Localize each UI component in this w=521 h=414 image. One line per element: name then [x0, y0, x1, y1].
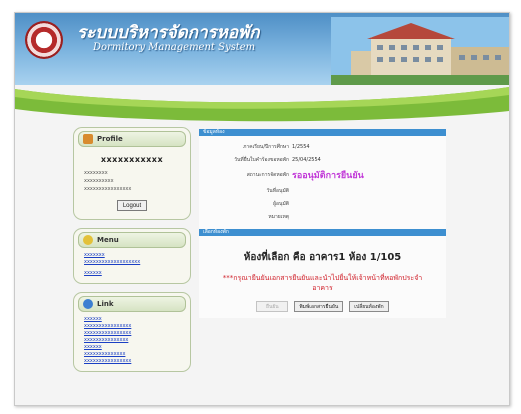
logout-button[interactable]: Logout [117, 200, 147, 211]
info-label: วันที่ยื่นใบคำร้องขอหอพัก [234, 156, 289, 163]
external-link[interactable]: xxxxxxxxxxxxxxxx [84, 358, 180, 365]
external-link[interactable]: xxxxxxxxxxxxxxxx [84, 330, 180, 337]
room-selection-section-header: เลือกห้องพัก [199, 229, 446, 236]
links-panel-header: Link [78, 296, 186, 312]
info-row: ภาคเรียน/ปีการศึกษา 1/2554 [199, 140, 446, 153]
menu-panel-header: Menu [78, 232, 186, 248]
info-row: ผู้อนุมัติ [199, 197, 446, 210]
menu-icon [83, 235, 93, 245]
print-confirmation-button[interactable]: พิมพ์เอกสารยืนยัน [294, 301, 344, 312]
menu-panel-title: Menu [97, 236, 119, 244]
info-label: ผู้อนุมัติ [273, 200, 289, 207]
room-info-section-header: ข้อมูลห้อง [199, 129, 446, 136]
info-row: หมายเหตุ [199, 210, 446, 223]
profile-info-line: xxxxxxxxxx [84, 178, 114, 184]
profile-panel: Profile xxxxxxxxxxx xxxxxxxx xxxxxxxxxx … [73, 127, 191, 220]
external-link[interactable]: xxxxxx [84, 344, 180, 351]
info-value: 25/04/2554 [292, 156, 321, 163]
info-label: ภาคเรียน/ปีการศึกษา [243, 143, 289, 150]
action-buttons: ยืนยัน พิมพ์เอกสารยืนยัน เปลี่ยนห้องพัก [199, 301, 446, 318]
approval-status: รออนุมัติการยืนยัน [292, 171, 364, 181]
profile-info-line: xxxxxxxx [84, 170, 108, 176]
external-link[interactable]: xxxxxxxxxxxxxxxx [84, 323, 180, 330]
green-ribbon-banner [15, 85, 509, 125]
profile-panel-title: Profile [97, 135, 123, 143]
info-row: สถานะการจัดหอพัก รออนุมัติการยืนยัน [199, 166, 446, 184]
dormitory-building-image [331, 17, 509, 85]
main-content: ข้อมูลห้อง ภาคเรียน/ปีการศึกษา 1/2554 วั… [199, 129, 446, 318]
links-panel-title: Link [97, 300, 114, 308]
external-link[interactable]: xxxxxxxxxxxxxxx [84, 337, 180, 344]
site-title-english: Dormitory Management System [93, 42, 256, 53]
university-seal-logo [25, 21, 63, 59]
change-room-button[interactable]: เปลี่ยนห้องพัก [349, 301, 389, 312]
menu-panel: Menu xxxxxxx xxxxxxxxxxxxxxxxxxx xxxxxx [73, 228, 191, 284]
menu-link[interactable]: xxxxxxx [84, 252, 180, 259]
links-panel: Link xxxxxx xxxxxxxxxxxxxxxx xxxxxxxxxxx… [73, 292, 191, 372]
info-row: วันที่อนุมัติ [199, 184, 446, 197]
profile-panel-header: Profile [78, 131, 186, 147]
menu-link[interactable]: xxxxxx [84, 270, 180, 277]
profile-username: xxxxxxxxxxx [100, 155, 164, 164]
confirm-button[interactable]: ยืนยัน [256, 301, 289, 312]
info-row: วันที่ยื่นใบคำร้องขอหอพัก 25/04/2554 [199, 153, 446, 166]
external-link[interactable]: xxxxxx [84, 316, 180, 323]
globe-icon [83, 299, 93, 309]
warning-message: ***กรุณายืนยันเอกสารยืนยันและนำไปยื่นให้… [222, 274, 423, 292]
info-label: สถานะการจัดหอพัก [246, 172, 289, 178]
profile-info-line: xxxxxxxxxxxxxxxx [84, 186, 132, 192]
profile-icon [83, 134, 93, 144]
info-value: 1/2554 [292, 143, 310, 150]
external-link[interactable]: xxxxxxxxxxxxxx [84, 351, 180, 358]
menu-link[interactable]: xxxxxxxxxxxxxxxxxxx [84, 259, 180, 266]
info-label: วันที่อนุมัติ [266, 187, 290, 194]
browser-page: ระบบบริหารจัดการหอพัก Dormitory Manageme… [14, 12, 510, 406]
site-header: ระบบบริหารจัดการหอพัก Dormitory Manageme… [15, 13, 509, 85]
selected-room-text: ห้องที่เลือก คือ อาคาร1 ห้อง 1/105 [243, 252, 402, 263]
sidebar: Profile xxxxxxxxxxx xxxxxxxx xxxxxxxxxx … [73, 127, 191, 380]
info-label: หมายเหตุ [268, 213, 289, 220]
